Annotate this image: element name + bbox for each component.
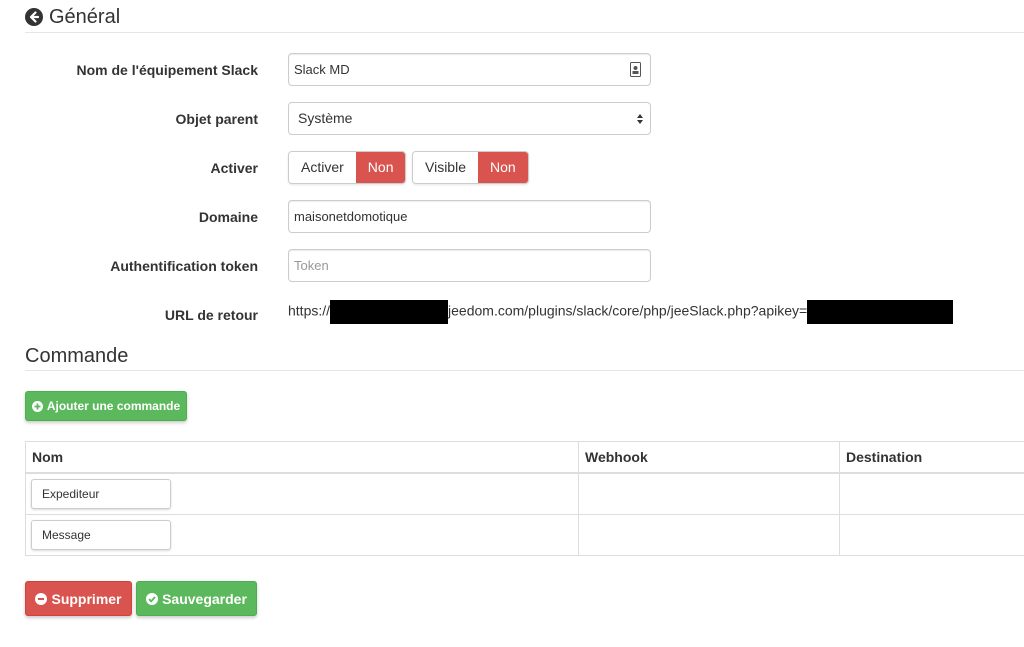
table-row [25,514,1024,556]
callback-url: https:// jeedom.com/plugins/slack/core/ph… [288,300,954,324]
commands-title: Commande [25,345,129,367]
domain-input[interactable] [288,200,651,233]
plus-circle-icon [31,400,43,412]
delete-label: Supprimer [51,590,122,607]
check-circle-icon [146,592,159,605]
save-button[interactable]: Sauvegarder [136,581,257,616]
visible-toggle[interactable]: Visible Non [412,151,529,184]
visible-toggle-value: Non [478,152,528,183]
url-redacted-apikey [807,300,954,324]
domain-label: Domaine [198,209,258,225]
column-header-webhook: Webhook [578,441,840,474]
general-header: Général [25,7,120,27]
table-cell-destination [839,472,1024,515]
name-field-wrapper [288,53,651,86]
add-command-label: Ajouter une commande [46,399,181,413]
url-redacted-host [330,300,449,324]
minus-circle-icon [35,592,48,605]
activate-label: Activer [210,160,258,176]
table-cell-destination [839,514,1024,556]
commands-divider [25,370,1024,371]
add-command-button[interactable]: Ajouter une commande [25,391,187,421]
url-label: URL de retour [164,307,258,323]
visible-toggle-label: Visible [413,152,478,183]
name-input[interactable] [288,53,651,86]
save-label: Sauvegarder [162,590,247,607]
command-name-input[interactable] [31,479,171,509]
table-header-row: Nom Webhook Destination [25,441,1024,474]
parent-select[interactable]: Système [288,102,651,135]
activate-toggle-label: Activer [289,152,356,183]
table-cell-name [25,472,579,515]
general-divider [25,32,1024,33]
parent-select-value: Système [298,110,353,126]
command-name-input[interactable] [31,520,171,550]
contact-card-icon [630,62,641,77]
token-label: Authentification token [110,258,258,274]
select-arrows-icon [637,114,643,124]
commands-table: Nom Webhook Destination [25,441,1024,556]
column-header-destination: Destination [839,441,1024,474]
activate-toggle-value: Non [355,152,406,183]
activate-toggle[interactable]: Activer Non [288,151,407,184]
arrow-circle-left-icon[interactable] [25,8,43,26]
table-cell-name [25,514,579,556]
table-cell-webhook [578,472,840,515]
url-path: jeedom.com/plugins/slack/core/php/jeeSla… [448,302,808,319]
token-input[interactable] [288,249,651,282]
parent-label: Objet parent [175,111,258,127]
general-title: Général [49,6,121,28]
delete-button[interactable]: Supprimer [25,581,132,616]
table-cell-webhook [578,514,840,556]
name-label: Nom de l'équipement Slack [76,62,259,78]
url-prefix: https:// [288,302,331,319]
column-header-name: Nom [25,441,579,474]
table-row [25,472,1024,515]
